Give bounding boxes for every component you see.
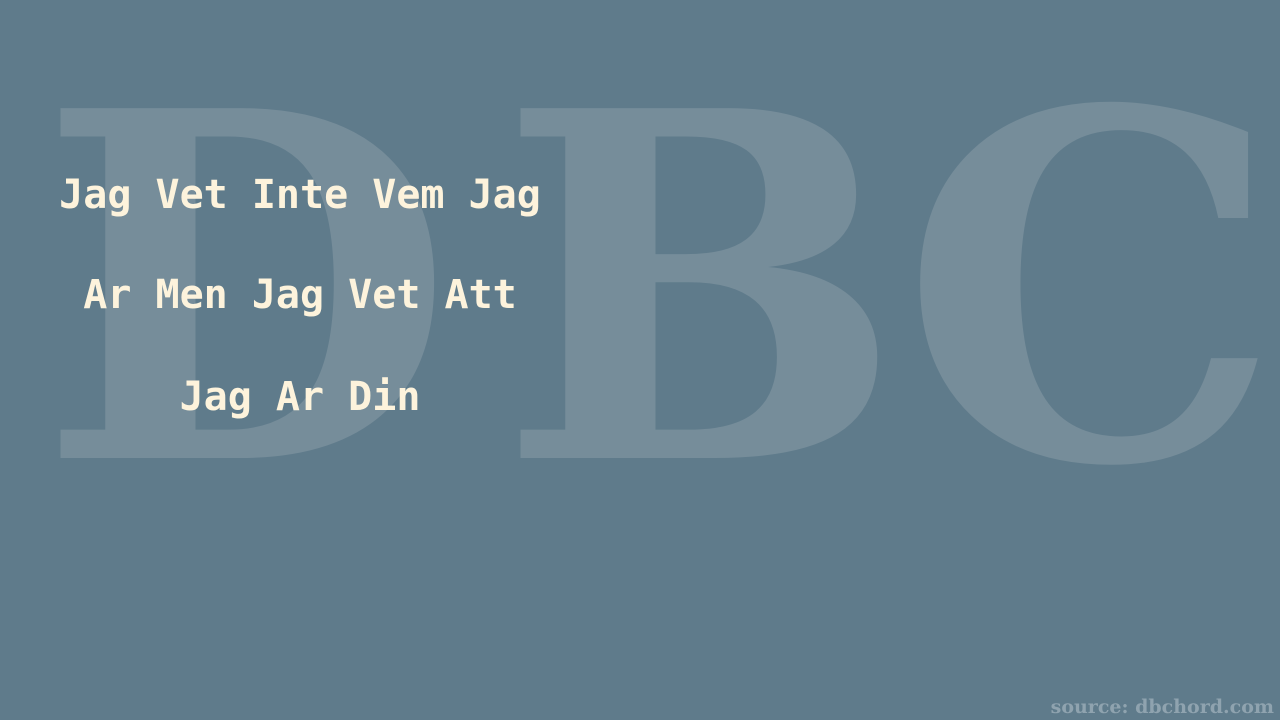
watermark-letter-c: C	[900, 8, 1280, 572]
lyric-line-3: Jag Ar Din	[179, 374, 421, 420]
source-credit: source: dbchord.com	[1050, 696, 1274, 718]
lyric-line-2: Ar Men Jag Vet Att	[83, 272, 517, 318]
watermark-logo: D B C	[0, 0, 1280, 720]
lyric-line-1: Jag Vet Inte Vem Jag	[59, 172, 541, 218]
